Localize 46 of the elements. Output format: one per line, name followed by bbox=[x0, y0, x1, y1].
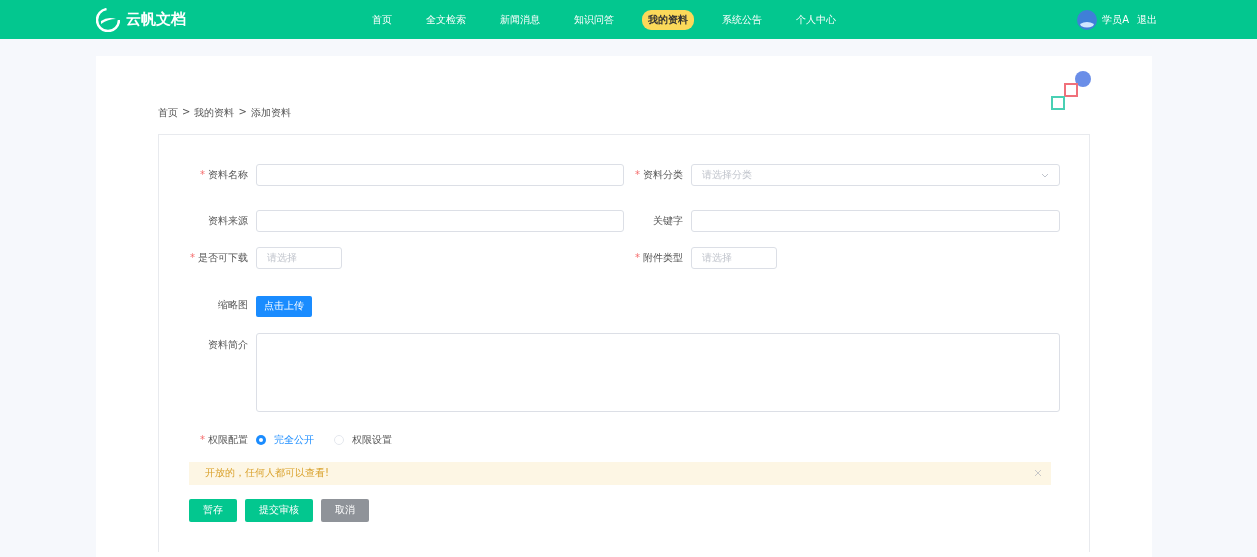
input-field[interactable] bbox=[256, 164, 624, 186]
field-label: 缩略图 bbox=[218, 298, 249, 313]
action-button[interactable]: 提交审核 bbox=[245, 498, 313, 522]
radio-label: 权限设置 bbox=[352, 432, 392, 447]
input-field[interactable] bbox=[691, 210, 1060, 232]
label-text: 附件类型 bbox=[643, 252, 683, 263]
close-icon[interactable] bbox=[1035, 470, 1041, 476]
radio-button[interactable] bbox=[334, 434, 344, 445]
action-button[interactable]: 暂存 bbox=[189, 498, 237, 522]
radio-button[interactable] bbox=[256, 434, 266, 445]
required-mark: * bbox=[635, 252, 640, 263]
required-mark: * bbox=[190, 252, 195, 263]
breadcrumb-link[interactable]: 首页 bbox=[158, 106, 178, 134]
breadcrumb-separator: > bbox=[238, 106, 247, 119]
label-text: 是否可下载 bbox=[198, 252, 248, 263]
textarea-field[interactable] bbox=[256, 332, 1060, 412]
label-text: 资料来源 bbox=[208, 215, 248, 226]
chevron-down-icon bbox=[1041, 172, 1049, 178]
user-name: 学员A bbox=[1102, 12, 1129, 27]
required-mark: * bbox=[200, 433, 205, 445]
breadcrumb-link[interactable]: 我的资料 bbox=[194, 106, 235, 134]
required-mark: * bbox=[200, 169, 205, 180]
label-text: 资料分类 bbox=[643, 169, 683, 180]
nav-link[interactable]: 新闻消息 bbox=[494, 9, 546, 30]
nav-link[interactable]: 全文检索 bbox=[420, 9, 472, 30]
required-mark: * bbox=[635, 169, 640, 180]
squares-drawing bbox=[1050, 70, 1092, 112]
brand-name: 云帆文档 bbox=[126, 10, 186, 29]
nav-link[interactable]: 知识问答 bbox=[568, 9, 620, 30]
input-field[interactable] bbox=[256, 210, 624, 232]
radio-label: 完全公开 bbox=[274, 432, 314, 447]
action-button[interactable]: 取消 bbox=[321, 498, 369, 522]
breadcrumb-separator: > bbox=[182, 106, 191, 119]
avatar-icon bbox=[1077, 9, 1098, 30]
logo-icon bbox=[96, 7, 120, 32]
field-label: 资料简介 bbox=[208, 337, 249, 352]
upload-button[interactable]: 点击上传 bbox=[256, 295, 312, 317]
label-text: 权限配置 bbox=[208, 433, 248, 445]
label-text: 资料名称 bbox=[208, 169, 248, 180]
nav-link[interactable]: 首页 bbox=[366, 9, 398, 30]
nav-link[interactable]: 系统公告 bbox=[716, 9, 768, 30]
alert-text: 开放的，任何人都可以查看! bbox=[205, 466, 329, 480]
logout-link[interactable]: 退出 bbox=[1137, 12, 1157, 27]
nav-link[interactable]: 我的资料 bbox=[642, 9, 694, 30]
label-text: 关键字 bbox=[653, 215, 683, 226]
nav-link[interactable]: 个人中心 bbox=[790, 9, 842, 30]
